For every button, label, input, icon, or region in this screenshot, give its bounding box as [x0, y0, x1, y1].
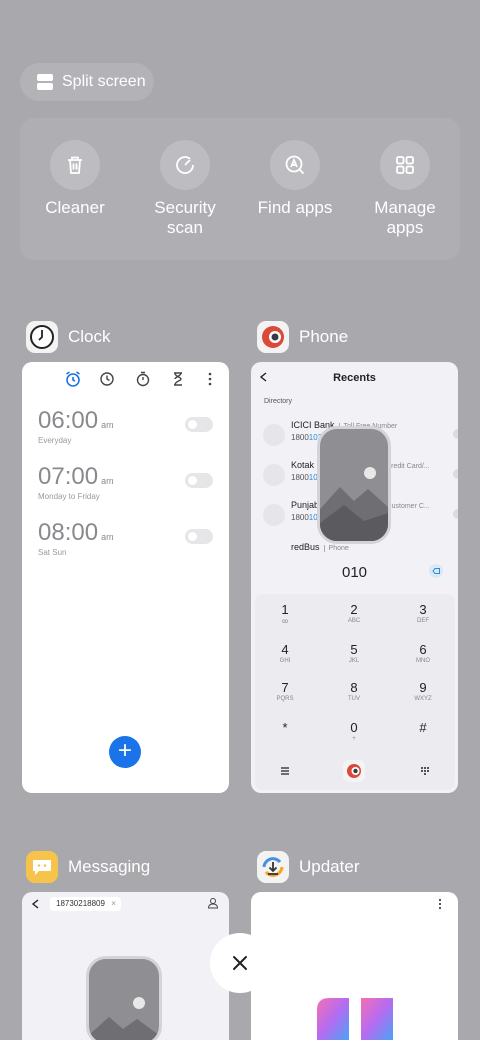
alarm-toggle[interactable] [185, 529, 213, 544]
contact-subtitle: Phone [323, 545, 349, 552]
find-apps-button[interactable]: Find apps [240, 140, 350, 218]
grid-icon [396, 156, 414, 174]
alarm-item[interactable]: 06:00 am Everyday [38, 407, 114, 445]
number-prefix: 1800 [291, 513, 309, 522]
phone-app-header[interactable]: Phone [257, 321, 348, 353]
menu-icon[interactable] [280, 766, 290, 776]
dialpad-toggle-icon[interactable] [420, 766, 430, 776]
clock-app-icon [26, 321, 58, 353]
dialed-number: 010 [341, 564, 368, 581]
phone-app-name: Phone [299, 327, 349, 346]
contact-name: redBus [291, 542, 320, 552]
more-menu-icon[interactable] [201, 370, 219, 388]
dial-key[interactable]: 7 PQRS [265, 680, 305, 702]
clock-app-card[interactable]: 06:00 am Everyday 07:00 am Monday to Frida… [22, 362, 229, 793]
alarm-days: Monday to Friday [38, 492, 100, 501]
cleaner-button[interactable]: Cleaner [20, 140, 130, 218]
contact-avatar [263, 464, 285, 486]
alarm-toggle[interactable] [185, 473, 213, 488]
alarm-days: Sat Sun [38, 548, 67, 557]
alarm-toggle[interactable] [185, 417, 213, 432]
alarm-item[interactable]: 07:00 am Monday to Friday [38, 463, 114, 501]
contact-avatar [263, 504, 285, 526]
updater-app-header[interactable]: Updater [257, 851, 359, 883]
back-arrow-icon[interactable] [31, 899, 41, 909]
alarm-ampm: am [101, 476, 114, 486]
alarm-ampm: am [101, 420, 114, 430]
dial-key[interactable]: 3 DEF [403, 602, 443, 624]
cleaner-label: Cleaner [45, 198, 105, 217]
clock-app-name: Clock [68, 327, 111, 346]
dial-key[interactable]: 5 JKL [334, 642, 374, 664]
chevron-right-icon[interactable] [453, 469, 458, 479]
split-screen-icon [37, 74, 53, 90]
empty-state-illustration [86, 956, 162, 1040]
dial-key[interactable]: 1ꝏ [265, 602, 305, 625]
chevron-right-icon[interactable] [453, 429, 458, 439]
backspace-icon[interactable] [428, 563, 444, 579]
security-scan-label: Security scan [154, 198, 216, 237]
dial-key[interactable]: 0 + [334, 720, 374, 742]
clock-app-header[interactable]: Clock [26, 321, 111, 353]
phone-app-icon [257, 321, 289, 353]
tools-panel: Cleaner Security scan Find apps Manage a… [20, 118, 460, 260]
call-button-icon[interactable] [343, 760, 365, 782]
dial-key[interactable]: 8 TUV [334, 680, 374, 702]
messaging-app-name: Messaging [68, 857, 151, 876]
messaging-app-header[interactable]: Messaging [26, 851, 150, 883]
chevron-right-icon[interactable] [453, 509, 458, 519]
close-icon [233, 956, 247, 970]
alarm-ampm: am [101, 532, 114, 542]
recipient-number: 18730218809 [56, 899, 105, 908]
world-clock-tab-icon[interactable] [98, 370, 116, 388]
alarm-time: 06:00 [38, 407, 99, 434]
alarm-tab-icon[interactable] [64, 370, 82, 388]
miui-logo-icon [317, 998, 393, 1040]
updater-app-name: Updater [299, 857, 360, 876]
contact-icon[interactable] [207, 897, 219, 909]
dial-key[interactable]: * [265, 720, 305, 736]
alarm-item[interactable]: 08:00 am Sat Sun [38, 519, 114, 557]
manage-apps-button[interactable]: Manage apps [350, 140, 460, 238]
dial-key[interactable]: 4 GHI [265, 642, 305, 664]
split-screen-button[interactable]: Split screen [20, 63, 154, 101]
alarm-time: 07:00 [38, 463, 99, 490]
dial-key[interactable]: 2 ABC [334, 602, 374, 624]
security-scan-icon [176, 156, 194, 174]
recipient-chip[interactable]: 18730218809 × [50, 897, 121, 911]
remove-recipient-icon[interactable]: × [111, 897, 116, 911]
empty-state-illustration [317, 426, 391, 544]
updater-app-card[interactable] [251, 892, 458, 1040]
timer-tab-icon[interactable] [169, 370, 187, 388]
stopwatch-tab-icon[interactable] [134, 370, 152, 388]
add-alarm-button[interactable]: + [109, 736, 141, 768]
directory-section-label: Directory [264, 398, 293, 405]
alarm-time: 08:00 [38, 519, 99, 546]
find-apps-label: Find apps [257, 198, 333, 217]
contact-avatar [263, 424, 285, 446]
dial-key[interactable]: 9 WXYZ [403, 680, 443, 702]
alarm-days: Everyday [38, 436, 72, 445]
number-prefix: 1800 [291, 473, 309, 482]
messaging-app-card[interactable]: 18730218809 × [22, 892, 229, 1040]
messaging-app-icon [26, 851, 58, 883]
dial-key[interactable]: 6 MNO [403, 642, 443, 664]
find-apps-icon [285, 155, 305, 175]
security-scan-button[interactable]: Security scan [130, 140, 240, 238]
updater-app-icon [257, 851, 289, 883]
more-menu-icon[interactable] [435, 898, 445, 910]
recents-title: Recents [333, 372, 376, 384]
dial-keypad: 1ꝏ 2 ABC 3 DEF 4 GHI 5 JKL 6 MNO 7 PQRS 8 TUV 9… [255, 594, 455, 790]
dial-key[interactable]: # [403, 720, 443, 736]
trash-icon [68, 156, 82, 174]
clear-all-button[interactable] [210, 933, 270, 993]
number-prefix: 1800 [291, 433, 309, 442]
split-screen-label: Split screen [62, 73, 146, 90]
phone-app-card[interactable]: Recents Directory ICICI BankToll Free Nu… [251, 362, 458, 793]
manage-apps-label: Manage apps [374, 198, 436, 237]
